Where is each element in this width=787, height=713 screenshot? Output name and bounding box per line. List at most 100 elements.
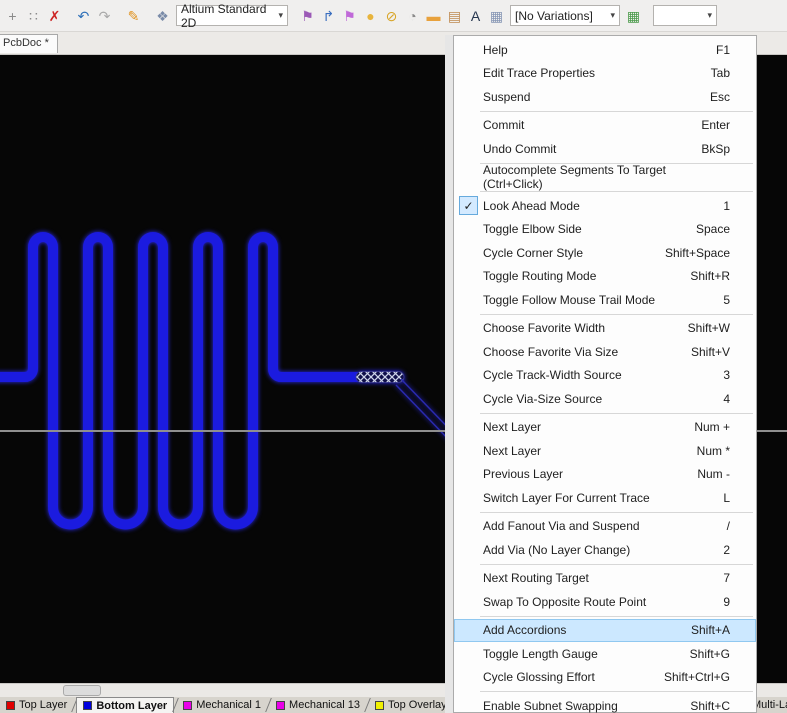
document-tab-pcbdoc[interactable]: PcbDoc * [0, 34, 58, 53]
variant-chip-icon[interactable]: ▦ [624, 6, 643, 26]
menu-item-shortcut: Shift+Ctrl+G [664, 670, 748, 684]
menu-item-label: Autocomplete Segments To Target (Ctrl+Cl… [483, 163, 720, 191]
menu-item-next-layer[interactable]: Next Layer Num * [454, 439, 756, 463]
menu-item-add-accordions[interactable]: Add AccordionsShift+A [454, 619, 756, 643]
menu-item-look-ahead-mode[interactable]: ✓Look Ahead Mode1 [454, 194, 756, 218]
menu-item-add-fanout-via-and-suspend[interactable]: Add Fanout Via and Suspend/ [454, 515, 756, 539]
menu-item-shortcut: Num * [697, 444, 748, 458]
variations-value: [No Variations] [515, 9, 593, 23]
menu-item-toggle-routing-mode[interactable]: Toggle Routing ModeShift+R [454, 265, 756, 289]
menu-item-label: Next Layer [483, 420, 684, 434]
menu-item-suspend[interactable]: SuspendEsc [454, 85, 756, 109]
layer-tab-label: Mechanical 13 [289, 699, 360, 711]
layer-color-swatch [276, 701, 285, 710]
component-chip-icon[interactable]: ▦ [487, 6, 506, 26]
checkmark-icon: ✓ [459, 196, 478, 215]
variations-dropdown[interactable]: [No Variations] ▾ [510, 5, 620, 26]
menu-separator-line [480, 111, 753, 112]
chevron-down-icon[interactable]: ▾ [701, 10, 712, 21]
crosshair-icon[interactable]: + [3, 6, 22, 26]
accordion-trace [0, 237, 357, 525]
layer-color-swatch [83, 701, 92, 710]
menu-item-label: Switch Layer For Current Trace [483, 491, 713, 505]
key-icon[interactable]: ⊘ [382, 6, 401, 26]
menu-item-autocomplete-segments-to-target-ctrl-click[interactable]: Autocomplete Segments To Target (Ctrl+Cl… [454, 166, 756, 190]
menu-item-next-routing-target[interactable]: Next Routing Target7 [454, 567, 756, 591]
menu-item-commit[interactable]: Commit Enter [454, 114, 756, 138]
route-select-arrow-icon[interactable]: ↱ [319, 6, 338, 26]
layer-tab-label: Top Overlay [388, 699, 447, 711]
layer-tab-mechanical-1[interactable]: Mechanical 1 [177, 697, 267, 713]
delete-cross-icon[interactable]: ✗ [45, 6, 64, 26]
menu-item-next-layer[interactable]: Next LayerNum + [454, 416, 756, 440]
empty-dropdown[interactable]: ▾ [653, 5, 717, 26]
gauge-icon[interactable]: ◔ [403, 6, 422, 26]
menu-item-choose-favorite-width[interactable]: Choose Favorite Width Shift+W [454, 317, 756, 341]
toolbar-tail-icon-group: ▦ [623, 6, 650, 26]
menu-item-label: Add Accordions [483, 623, 681, 637]
menu-item-toggle-length-gauge[interactable]: Toggle Length GaugeShift+G [454, 642, 756, 666]
main-toolbar: +∷✗↶↷✎❖ Altium Standard 2D ▾ ⚑↱⚑●⊘◔▬▤A▦ … [0, 0, 787, 32]
menu-item-label: Next Layer [483, 444, 687, 458]
layer-tab-label: Top Layer [19, 699, 67, 711]
menu-item-label: Commit [483, 118, 691, 132]
routing-conflict-flag-icon[interactable]: ⚑ [340, 6, 359, 26]
layer-tab-mechanical-13[interactable]: Mechanical 13 [270, 697, 366, 713]
menu-item-shortcut: Enter [701, 118, 748, 132]
menu-item-cycle-corner-style[interactable]: Cycle Corner StyleShift+Space [454, 241, 756, 265]
menu-item-label: Suspend [483, 90, 700, 104]
snap-point-icon[interactable]: ∷ [24, 6, 43, 26]
menu-item-label: Toggle Elbow Side [483, 222, 686, 236]
layer-tab-top-layer[interactable]: Top Layer [0, 697, 73, 713]
menu-item-shortcut: Shift+G [690, 647, 748, 661]
uncommitted-trace-segment [356, 372, 404, 383]
view-mode-dropdown[interactable]: Altium Standard 2D ▾ [176, 5, 288, 26]
menu-item-label: Cycle Via-Size Source [483, 392, 713, 406]
altium-pcb-editor-window: +∷✗↶↷✎❖ Altium Standard 2D ▾ ⚑↱⚑●⊘◔▬▤A▦ … [0, 0, 787, 713]
redo-icon[interactable]: ↷ [95, 6, 114, 26]
board-insight-icon[interactable]: ❖ [153, 6, 172, 26]
menu-item-enable-subnet-swapping[interactable]: Enable Subnet SwappingShift+C [454, 694, 756, 713]
menu-item-shortcut: Num - [697, 467, 748, 481]
menu-separator-line [480, 616, 753, 617]
menu-item-cycle-track-width-source[interactable]: Cycle Track-Width Source3 [454, 364, 756, 388]
brick-stack-icon[interactable]: ▤ [445, 6, 464, 26]
menu-item-previous-layer[interactable]: Previous LayerNum - [454, 463, 756, 487]
menu-separator-line [480, 314, 753, 315]
menu-item-toggle-elbow-side[interactable]: Toggle Elbow SideSpace [454, 218, 756, 242]
horizontal-scrollbar-thumb[interactable] [63, 685, 101, 696]
undo-icon[interactable]: ↶ [74, 6, 93, 26]
menu-item-undo-commit[interactable]: Undo CommitBkSp [454, 137, 756, 161]
chevron-down-icon[interactable]: ▾ [604, 10, 615, 21]
context-menu-shadow [445, 35, 453, 713]
layer-tab-bottom-layer[interactable]: Bottom Layer [76, 697, 174, 713]
menu-item-shortcut: 4 [723, 392, 748, 406]
menu-item-shortcut: 1 [723, 199, 748, 213]
menu-item-switch-layer-for-current-trace[interactable]: Switch Layer For Current TraceL [454, 486, 756, 510]
text-tool-icon[interactable]: A [466, 6, 485, 26]
menu-item-shortcut: BkSp [701, 142, 748, 156]
layer-tab-label: Multi-Layer [752, 699, 787, 711]
menu-separator-line [480, 691, 753, 692]
menu-item-label: Choose Favorite Width [483, 321, 678, 335]
menu-item-label: Help [483, 43, 706, 57]
pencil-icon[interactable]: ✎ [124, 6, 143, 26]
menu-item-cycle-via-size-source[interactable]: Cycle Via-Size Source 4 [454, 387, 756, 411]
menu-item-edit-trace-properties[interactable]: Edit Trace PropertiesTab [454, 62, 756, 86]
menu-item-shortcut: Shift+Space [665, 246, 748, 260]
menu-item-cycle-glossing-effort[interactable]: Cycle Glossing EffortShift+Ctrl+G [454, 666, 756, 690]
interactive-routing-flag-icon[interactable]: ⚑ [298, 6, 317, 26]
via-dot-icon[interactable]: ● [361, 6, 380, 26]
layer-tab-label: Bottom Layer [96, 700, 167, 712]
layer-tab-label: Mechanical 1 [196, 699, 261, 711]
menu-item-choose-favorite-via-size[interactable]: Choose Favorite Via SizeShift+V [454, 340, 756, 364]
menu-item-help[interactable]: HelpF1 [454, 38, 756, 62]
menu-item-add-via-no-layer-change[interactable]: Add Via (No Layer Change)2 [454, 538, 756, 562]
pad-rect-icon[interactable]: ▬ [424, 6, 443, 26]
menu-separator-line [480, 564, 753, 565]
menu-item-shortcut: Shift+W [688, 321, 748, 335]
chevron-down-icon[interactable]: ▾ [272, 10, 283, 21]
layer-tab-top-overlay[interactable]: Top Overlay [369, 697, 453, 713]
menu-item-toggle-follow-mouse-trail-mode[interactable]: Toggle Follow Mouse Trail Mode5 [454, 288, 756, 312]
menu-item-swap-to-opposite-route-point[interactable]: Swap To Opposite Route Point9 [454, 590, 756, 614]
